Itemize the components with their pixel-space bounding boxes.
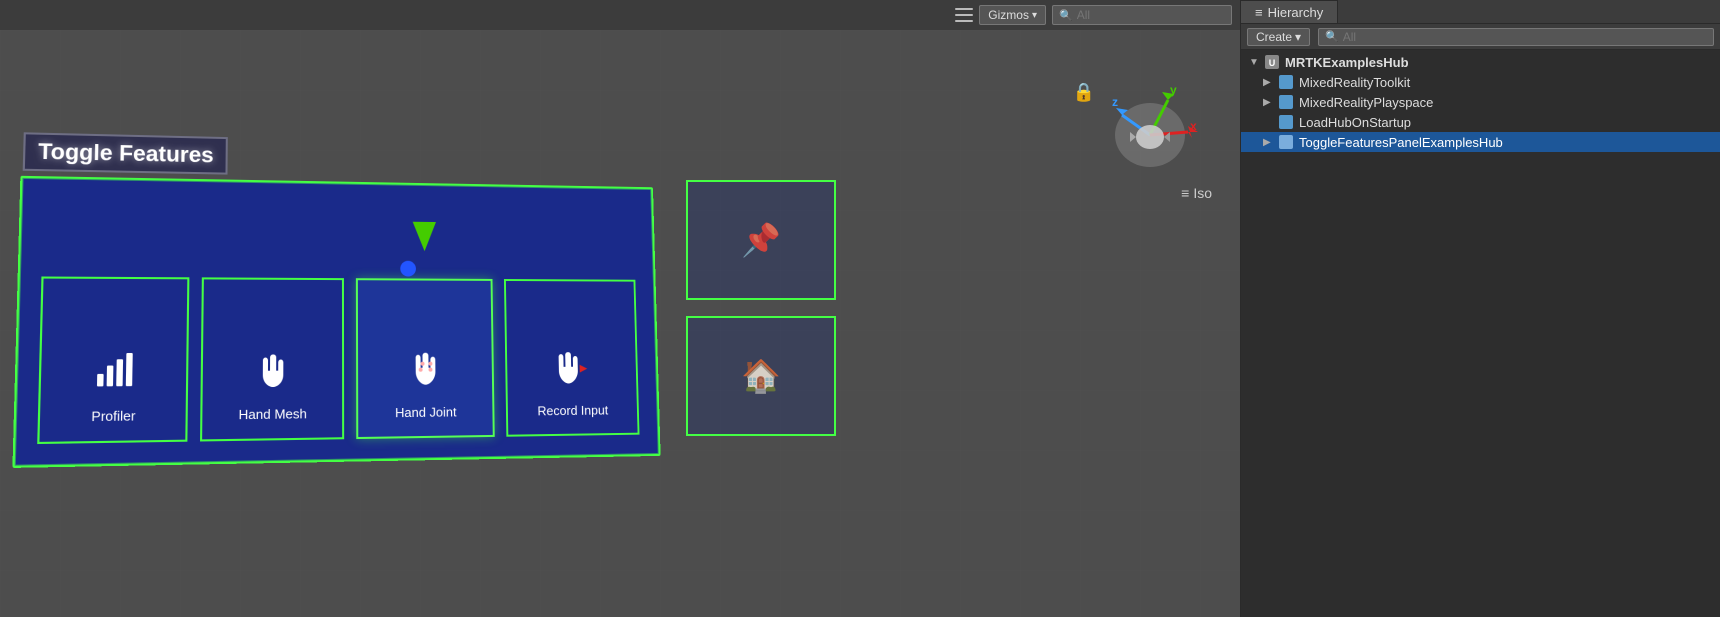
hier-item-toggle-features-panel[interactable]: ▶ ToggleFeaturesPanelExamplesHub — [1241, 132, 1720, 152]
hier-label-3: LoadHubOnStartup — [1299, 115, 1411, 130]
green-cone-indicator — [413, 222, 437, 252]
svg-text:z: z — [1112, 95, 1118, 109]
hier-icon-1 — [1277, 73, 1295, 91]
hier-label-2: MixedRealityPlayspace — [1299, 95, 1433, 110]
home-box[interactable]: 🏠 — [686, 316, 836, 436]
hierarchy-list: ▼ U MRTKExamplesHub ▶ MixedRealityToolki… — [1241, 50, 1720, 617]
hand-joint-label: Hand Joint — [395, 404, 456, 420]
nav-gizmo[interactable]: z y x — [1100, 80, 1200, 180]
hier-item-mixed-reality-toolkit[interactable]: ▶ MixedRealityToolkit — [1241, 72, 1720, 92]
hier-label-1: MixedRealityToolkit — [1299, 75, 1410, 90]
pin-box[interactable]: 📌 — [686, 180, 836, 300]
hier-arrow-4: ▶ — [1263, 137, 1277, 148]
svg-text:x: x — [1190, 119, 1197, 133]
iso-text: Iso — [1193, 185, 1212, 201]
hand-mesh-label: Hand Mesh — [239, 406, 307, 422]
hierarchy-toolbar: Create ▾ 🔍 — [1241, 24, 1720, 50]
profiler-button[interactable]: Profiler — [37, 276, 189, 444]
hier-label-0: MRTKExamplesHub — [1285, 55, 1409, 70]
hand-mesh-button[interactable]: Hand Mesh — [200, 277, 344, 441]
hier-icon-4 — [1277, 133, 1295, 151]
search-icon: 🔍 — [1059, 9, 1073, 22]
svg-text:y: y — [1170, 83, 1177, 97]
record-input-icon — [551, 347, 594, 395]
feature-buttons-row: Profiler Hand Mesh — [37, 276, 639, 444]
iso-label: ≡ Iso — [1181, 185, 1212, 201]
hier-icon-3 — [1277, 113, 1295, 131]
hierarchy-tab-icon: ≡ — [1255, 5, 1263, 20]
create-arrow: ▾ — [1295, 30, 1301, 44]
side-boxes: 📌 🏠 — [686, 180, 836, 436]
scene-toolbar: Gizmos 🔍 — [0, 0, 1240, 30]
hierarchy-tab-label: Hierarchy — [1268, 5, 1324, 20]
hand-mesh-icon — [252, 348, 293, 398]
svg-text:U: U — [1269, 58, 1276, 68]
profiler-icon — [92, 349, 136, 400]
hier-arrow-2: ▶ — [1263, 97, 1277, 108]
hier-arrow-1: ▶ — [1263, 77, 1277, 88]
home-icon: 🏠 — [741, 357, 781, 395]
hand-joint-button[interactable]: Hand Joint — [356, 278, 495, 439]
hierarchy-tab: ≡ Hierarchy — [1241, 0, 1720, 24]
hierarchy-panel: ≡ Hierarchy Create ▾ 🔍 ▼ U MRTKExamplesH… — [1240, 0, 1720, 617]
hier-arrow-0: ▼ — [1249, 57, 1263, 68]
hier-search-icon: 🔍 — [1325, 30, 1339, 43]
pin-icon: 📌 — [741, 221, 781, 259]
hier-item-load-hub-on-startup[interactable]: LoadHubOnStartup — [1241, 112, 1720, 132]
blue-dot-indicator — [400, 261, 416, 277]
hierarchy-search-box[interactable]: 🔍 — [1318, 28, 1714, 46]
hier-item-mrtk-hub[interactable]: ▼ U MRTKExamplesHub — [1241, 52, 1720, 72]
hand-joint-icon — [406, 348, 446, 397]
gizmos-button[interactable]: Gizmos — [979, 5, 1046, 25]
create-button[interactable]: Create ▾ — [1247, 28, 1310, 46]
create-label: Create — [1256, 30, 1292, 44]
scene-search-box[interactable]: 🔍 — [1052, 5, 1232, 25]
scene-content: Toggle Features Profiler — [0, 30, 1240, 617]
lock-icon: 🔒 — [1073, 82, 1095, 103]
hier-icon-0: U — [1263, 53, 1281, 71]
hierarchy-tab-item[interactable]: ≡ Hierarchy — [1241, 0, 1338, 23]
record-input-button[interactable]: Record Input — [504, 279, 640, 437]
profiler-label: Profiler — [91, 408, 135, 424]
toggle-features-panel: Toggle Features Profiler — [12, 176, 660, 468]
hier-item-mixed-reality-playspace[interactable]: ▶ MixedRealityPlayspace — [1241, 92, 1720, 112]
scene-search-input[interactable] — [1077, 8, 1217, 22]
iso-menu-icon: ≡ — [1181, 185, 1189, 201]
toggle-panel-title: Toggle Features — [23, 132, 228, 174]
hier-icon-2 — [1277, 93, 1295, 111]
scene-view: Gizmos 🔍 Toggle Features — [0, 0, 1240, 617]
hier-label-4: ToggleFeaturesPanelExamplesHub — [1299, 135, 1503, 150]
hierarchy-search-input[interactable] — [1343, 30, 1707, 44]
record-input-label: Record Input — [537, 403, 608, 419]
scene-menu-icon[interactable] — [955, 8, 973, 22]
